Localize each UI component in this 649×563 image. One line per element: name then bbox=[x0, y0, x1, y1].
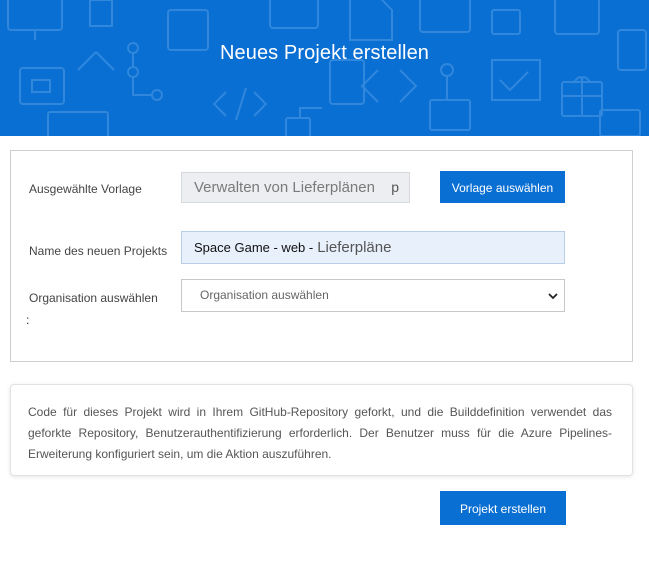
selected-template-suffix: p bbox=[391, 179, 399, 195]
page-title: Neues Projekt erstellen bbox=[219, 42, 430, 64]
devops-pattern-background bbox=[7, 0, 647, 136]
organization-selected-value: Organisation auswählen bbox=[200, 288, 329, 302]
chevron-down-icon bbox=[548, 293, 558, 300]
info-card: Code für dieses Projekt wird in Ihrem Gi… bbox=[10, 384, 633, 476]
project-name-prefix: Space Game - web - bbox=[194, 240, 314, 255]
project-form-card: Ausgewählte Vorlage Verwalten von Liefer… bbox=[10, 150, 633, 362]
project-name-value: Lieferpläne bbox=[317, 239, 392, 256]
stray-colon: : bbox=[26, 313, 30, 327]
project-name-input[interactable]: Space Game - web - Lieferpläne bbox=[181, 231, 565, 264]
select-template-button[interactable]: Vorlage auswählen bbox=[440, 171, 565, 203]
selected-template-value: Verwalten von Lieferplänen bbox=[194, 179, 375, 196]
header-banner: Neues Projekt erstellen bbox=[0, 0, 649, 136]
project-name-label: Name des neuen Projekts bbox=[29, 244, 168, 258]
organization-select[interactable]: Organisation auswählen bbox=[181, 279, 565, 312]
info-text: Code für dieses Projekt wird in Ihrem Gi… bbox=[28, 405, 612, 461]
organization-label: Organisation auswählen bbox=[29, 291, 158, 305]
template-label: Ausgewählte Vorlage bbox=[29, 182, 142, 196]
selected-template-field: Verwalten von Lieferplänen p bbox=[181, 172, 410, 203]
create-project-button[interactable]: Projekt erstellen bbox=[440, 491, 566, 525]
